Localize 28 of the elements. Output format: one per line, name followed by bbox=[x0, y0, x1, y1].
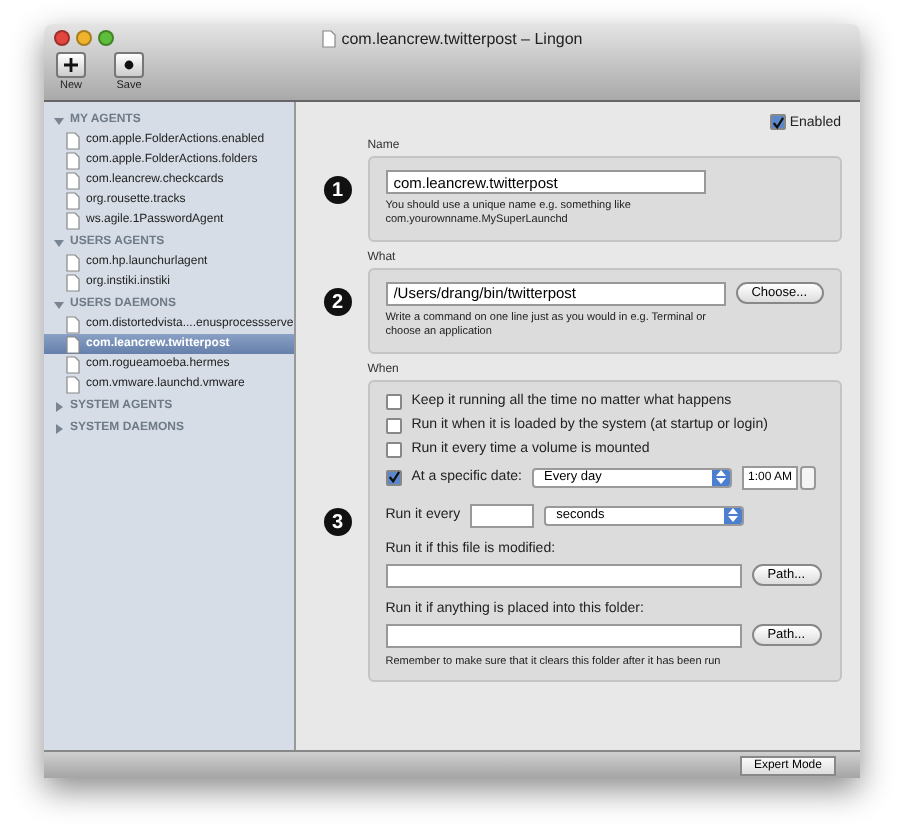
expanded-triangle-icon[interactable] bbox=[54, 299, 64, 309]
popup-arrows-icon bbox=[715, 470, 726, 484]
checkbox[interactable] bbox=[385, 469, 402, 485]
close-icon[interactable] bbox=[54, 30, 70, 46]
expanded-triangle-icon[interactable] bbox=[54, 115, 64, 125]
expanded-triangle-icon[interactable] bbox=[54, 237, 64, 247]
window-title: com.leancrew.twitterpost – Lingon bbox=[341, 29, 583, 47]
step-number: 1 bbox=[323, 176, 352, 205]
new-button[interactable] bbox=[56, 52, 86, 78]
save-button[interactable] bbox=[114, 52, 144, 78]
collapsed-triangle-icon[interactable] bbox=[54, 401, 64, 411]
interval-field[interactable] bbox=[470, 503, 535, 527]
dot-icon bbox=[124, 60, 134, 70]
plus-icon bbox=[64, 58, 78, 72]
zoom-icon[interactable] bbox=[98, 30, 114, 46]
checkbox[interactable] bbox=[385, 441, 402, 457]
file-path-field[interactable] bbox=[385, 563, 742, 587]
checkbox[interactable] bbox=[385, 393, 402, 409]
step-number: 3 bbox=[323, 508, 352, 537]
popup-arrows-icon bbox=[728, 508, 739, 522]
collapsed-triangle-icon[interactable] bbox=[54, 423, 64, 433]
checkbox[interactable] bbox=[385, 417, 402, 433]
document-icon bbox=[321, 29, 336, 47]
stepper-icon[interactable] bbox=[800, 465, 816, 489]
minimize-icon[interactable] bbox=[76, 30, 92, 46]
step-number: 2 bbox=[323, 288, 352, 317]
folder-path-field[interactable] bbox=[385, 623, 742, 647]
checkbox[interactable] bbox=[769, 114, 786, 130]
